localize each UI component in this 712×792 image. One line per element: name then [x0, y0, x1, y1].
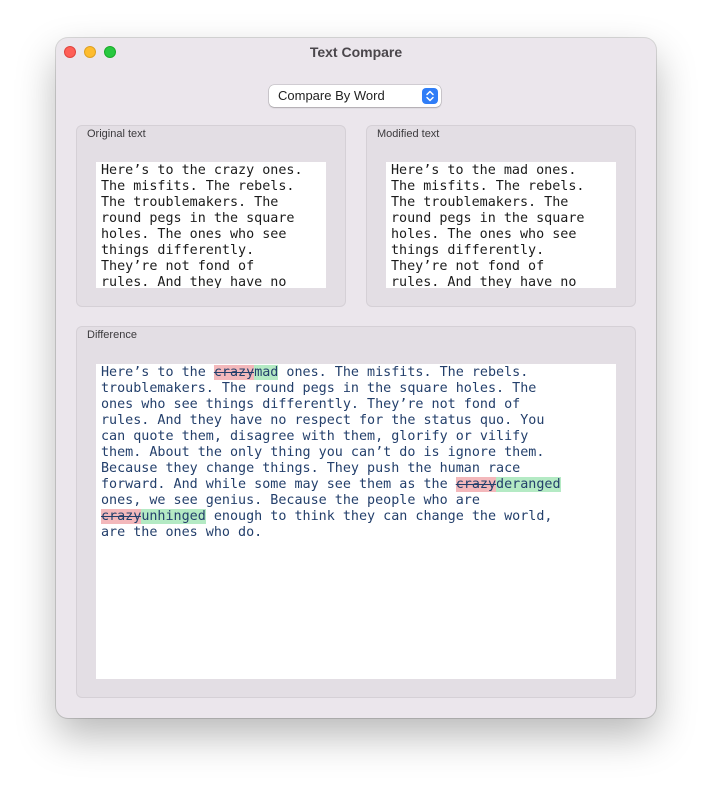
original-text-label: Original text [87, 128, 146, 140]
inserted-word: unhinged [141, 509, 206, 524]
deleted-word: crazy [101, 509, 142, 524]
original-text-field[interactable]: Here’s to the crazy ones. The misfits. T… [96, 162, 326, 288]
modified-text-field[interactable]: Here’s to the mad ones. The misfits. The… [386, 162, 616, 288]
modified-text-label: Modified text [377, 128, 440, 140]
deleted-word: crazy [455, 477, 497, 492]
text-compare-window: Text Compare Compare By Word Original te… [56, 38, 656, 718]
unchanged-text: ones. The misfits. The rebels. troublema… [101, 365, 545, 492]
window-title: Text Compare [309, 44, 403, 60]
compare-mode-selected: Compare By Word [278, 88, 385, 103]
difference-label: Difference [87, 329, 137, 341]
compare-mode-popup[interactable]: Compare By Word [269, 85, 441, 107]
inserted-word: mad [254, 365, 279, 380]
inserted-word: deranged [496, 477, 561, 492]
unchanged-text: ones, we see genius. Because the people … [101, 493, 480, 508]
difference-text-view[interactable]: Here’s to the crazymad ones. The misfits… [96, 364, 616, 679]
deleted-word: crazy [213, 365, 255, 380]
title-bar: Text Compare [56, 38, 656, 66]
unchanged-text: Here’s to the [101, 365, 214, 380]
chevron-up-down-icon [422, 88, 438, 104]
